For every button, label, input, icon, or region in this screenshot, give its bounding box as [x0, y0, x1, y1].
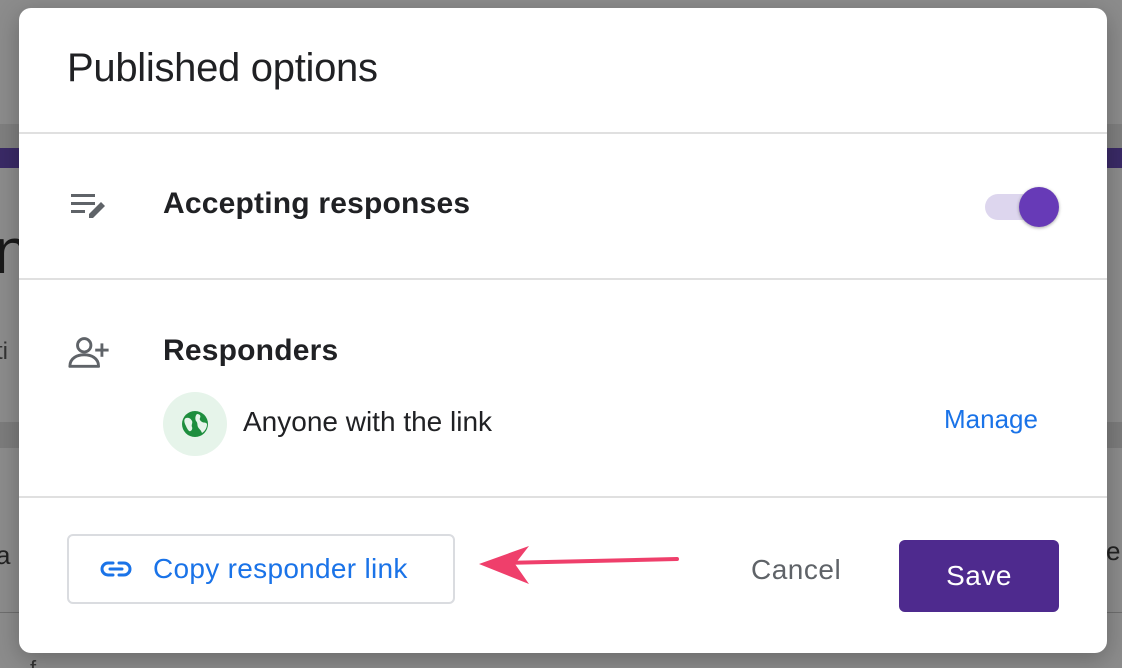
copy-responder-link-button[interactable]: Copy responder link: [67, 534, 455, 604]
manage-link[interactable]: Manage: [944, 404, 1038, 435]
link-icon: [99, 552, 133, 586]
background-fragment: f: [30, 656, 36, 668]
globe-icon: [163, 392, 227, 456]
accepting-responses-label: Accepting responses: [163, 187, 471, 220]
divider: [19, 132, 1107, 134]
divider: [19, 278, 1107, 280]
accepting-responses-toggle[interactable]: [985, 187, 1061, 227]
background-fragment: ti: [0, 338, 8, 365]
list-edit-icon: [67, 184, 111, 228]
responders-label: Responders: [163, 334, 339, 367]
access-level-text: Anyone with the link: [243, 406, 493, 437]
dialog-title: Published options: [67, 46, 378, 90]
toggle-thumb: [1019, 187, 1059, 227]
published-options-dialog: Published options Accepting responses Re…: [19, 8, 1107, 653]
annotation-arrow: [479, 546, 679, 584]
divider: [19, 496, 1107, 498]
cancel-button[interactable]: Cancel: [751, 554, 841, 586]
copy-responder-link-label: Copy responder link: [153, 553, 408, 584]
background-fragment: a: [0, 540, 11, 570]
background-fragment: e: [1106, 536, 1121, 566]
person-add-icon: [67, 330, 111, 374]
save-button[interactable]: Save: [899, 540, 1059, 612]
